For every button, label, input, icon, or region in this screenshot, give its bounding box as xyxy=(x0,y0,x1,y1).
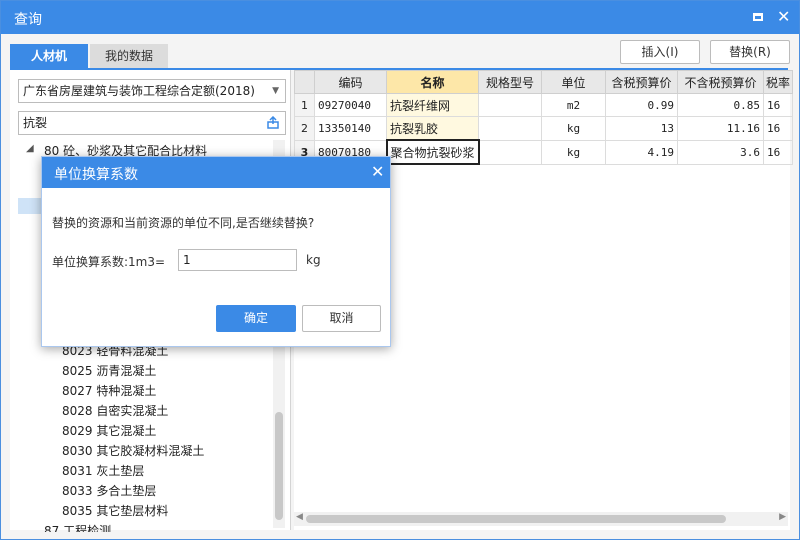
tree-selected-row xyxy=(18,198,42,214)
unit-conversion-dialog: 单位换算系数 ✕ 替换的资源和当前资源的单位不同,是否继续替换? 单位换算系数:… xyxy=(41,156,391,347)
cell-unit[interactable]: kg xyxy=(541,139,607,165)
tree-item[interactable]: 8031 灰土垫层 xyxy=(62,462,144,479)
cell-name[interactable]: 聚合物抗裂砂浆 xyxy=(385,139,480,165)
tree-item-next[interactable]: 87 工程检测 xyxy=(44,522,111,532)
tab-materials[interactable]: 人材机 xyxy=(10,44,88,68)
tree-item[interactable]: 8029 其它混凝土 xyxy=(62,422,156,439)
dialog-title-bar: 单位换算系数 ✕ xyxy=(42,157,390,188)
search-value: 抗裂 xyxy=(23,116,48,130)
cell-name[interactable]: 抗裂纤维网 xyxy=(385,93,480,117)
insert-button[interactable]: 插入(I) xyxy=(620,40,700,64)
maximize-icon[interactable] xyxy=(753,13,763,21)
cell-price-notax[interactable]: 11.16 xyxy=(677,116,765,141)
scroll-left-icon[interactable]: ◀ xyxy=(296,512,303,522)
quota-select[interactable]: 广东省房屋建筑与装饰工程综合定额(2018) ▼ xyxy=(18,79,286,103)
cell-unit[interactable]: m2 xyxy=(541,93,607,117)
dialog-title: 单位换算系数 xyxy=(54,167,138,183)
factor-unit: kg xyxy=(306,253,321,267)
cell-price-tax[interactable]: 4.19 xyxy=(605,139,679,165)
chevron-down-icon: ▼ xyxy=(272,86,279,96)
cell-price-notax[interactable]: 3.6 xyxy=(677,139,765,165)
grid-scrollbar-thumb[interactable] xyxy=(306,515,726,523)
grid-horizontal-scrollbar[interactable]: ◀ ▶ xyxy=(294,512,788,526)
quota-select-value: 广东省房屋建筑与装饰工程综合定额(2018) xyxy=(23,84,255,98)
cell-spec[interactable] xyxy=(478,139,543,165)
tree-item[interactable]: 8027 特种混凝土 xyxy=(62,382,156,399)
search-input[interactable]: 抗裂 xyxy=(18,111,286,135)
confirm-button[interactable]: 确定 xyxy=(216,305,296,332)
header-name[interactable]: 名称 xyxy=(385,70,480,94)
cell-rate[interactable]: 16 xyxy=(763,139,794,165)
tree-item[interactable]: 8030 其它胶凝材料混凝土 xyxy=(62,442,204,459)
window-title: 查询 xyxy=(14,12,42,28)
cell-price-notax[interactable]: 0.85 xyxy=(677,93,765,117)
cell-rate[interactable]: 16 xyxy=(763,116,794,141)
cell-spec[interactable] xyxy=(478,116,543,141)
row-index: 1 xyxy=(294,93,315,117)
scroll-right-icon[interactable]: ▶ xyxy=(779,512,786,522)
cell-unit[interactable]: kg xyxy=(541,116,607,141)
factor-label: 单位换算系数:1m3= xyxy=(52,255,166,269)
header-code[interactable]: 编码 xyxy=(314,70,387,94)
table-header-row: 编码 名称 规格型号 单位 含税预算价 不含税预算价 税率 xyxy=(294,70,794,94)
cell-code[interactable]: 13350140 xyxy=(314,116,387,141)
header-rate[interactable]: 税率 xyxy=(763,70,794,94)
table-row[interactable]: 2 13350140 抗裂乳胶 kg 13 11.16 16 xyxy=(294,116,794,141)
cell-name[interactable]: 抗裂乳胶 xyxy=(385,116,480,141)
tree-scrollbar-thumb[interactable] xyxy=(275,412,283,520)
header-price-notax[interactable]: 不含税预算价 xyxy=(677,70,765,94)
cell-code[interactable]: 09270040 xyxy=(314,93,387,117)
results-table: 编码 名称 规格型号 单位 含税预算价 不含税预算价 税率 1 09270040… xyxy=(294,70,794,165)
header-price-tax[interactable]: 含税预算价 xyxy=(605,70,679,94)
header-index xyxy=(294,70,315,94)
cell-price-tax[interactable]: 13 xyxy=(605,116,679,141)
cell-spec[interactable] xyxy=(478,93,543,117)
tree-item[interactable]: 8028 自密实混凝土 xyxy=(62,402,168,419)
dialog-close-icon[interactable]: ✕ xyxy=(371,162,384,181)
close-icon[interactable]: ✕ xyxy=(777,7,790,26)
header-unit[interactable]: 单位 xyxy=(541,70,607,94)
tree-item[interactable]: 8033 多合土垫层 xyxy=(62,482,156,499)
tree-item[interactable]: 8025 沥青混凝土 xyxy=(62,362,156,379)
tree-expand-icon[interactable]: ◢ xyxy=(26,143,34,154)
tab-my-data[interactable]: 我的数据 xyxy=(90,44,168,68)
cell-price-tax[interactable]: 0.99 xyxy=(605,93,679,117)
cell-rate[interactable]: 16 xyxy=(763,93,794,117)
factor-input[interactable]: 1 xyxy=(178,249,297,271)
tree-item[interactable]: 8035 其它垫层材料 xyxy=(62,502,168,519)
dialog-message: 替换的资源和当前资源的单位不同,是否继续替换? xyxy=(52,216,315,230)
title-bar: 查询 ✕ xyxy=(1,1,799,34)
search-filter-icon[interactable] xyxy=(267,116,279,129)
header-spec[interactable]: 规格型号 xyxy=(478,70,543,94)
table-row[interactable]: 1 09270040 抗裂纤维网 m2 0.99 0.85 16 xyxy=(294,93,794,117)
row-index: 2 xyxy=(294,116,315,141)
replace-button[interactable]: 替换(R) xyxy=(710,40,790,64)
cancel-button[interactable]: 取消 xyxy=(302,305,381,332)
